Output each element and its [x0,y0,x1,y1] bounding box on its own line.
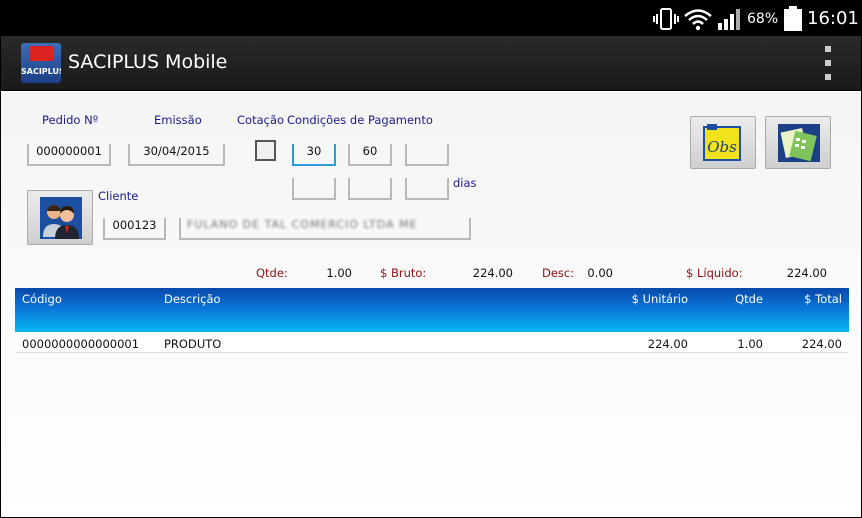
header-unitario: $ Unitário [631,292,688,306]
condicao-field-5[interactable] [348,178,392,200]
bruto-label: $ Bruto: [380,266,427,280]
app-title: SACIPLUS Mobile [68,51,228,73]
cliente-code-field[interactable]: 000123 [103,218,166,240]
status-time: 16:01 [807,8,859,29]
condicao-field-2[interactable]: 60 [348,144,392,166]
liquido-value: 224.00 [786,266,827,280]
cliente-button[interactable] [27,190,93,245]
cotacao-label: Cotação [237,113,285,127]
condicao-field-6[interactable] [405,178,449,200]
cliente-name-text: FULANO DE TAL COMERCIO LTDA ME [187,218,418,231]
bruto-value: 224.00 [472,266,513,280]
calculator-button[interactable] [765,116,831,169]
row-unitario: 224.00 [647,337,688,351]
emissao-label: Emissão [154,113,202,127]
pedido-field[interactable]: 000000001 [27,144,111,166]
condicao-field-4[interactable] [292,178,336,200]
app-window: 68% 16:01 SACIPLUS SACIPLUS Mobile Pedid… [0,0,862,518]
cotacao-checkbox[interactable] [255,140,276,161]
dias-label: dias [453,176,477,190]
app-logo-text: SACIPLUS [21,67,61,76]
desc-label: Desc: [542,266,575,280]
app-logo: SACIPLUS [21,43,61,83]
cliente-label: Cliente [98,189,139,203]
client-users-icon [40,197,82,239]
header-qtde: Qtde [735,292,763,306]
obs-notes-icon: Obs [703,124,743,162]
row-total: 224.00 [801,337,842,351]
condicoes-label: Condições de Pagamento [287,113,433,127]
header-total: $ Total [804,292,842,306]
vibrate-icon [653,1,679,36]
condicao-field-3[interactable] [405,144,449,166]
cliente-name-field[interactable]: FULANO DE TAL COMERCIO LTDA ME [179,218,471,240]
order-form: Pedido Nº Emissão Cotação Condições de P… [1,92,861,517]
table-row[interactable]: 0000000000000001 PRODUTO 224.00 1.00 224… [15,333,849,353]
row-qtde: 1.00 [737,337,763,351]
qtde-total-value: 1.00 [326,266,352,280]
status-bar: 68% 16:01 [1,1,861,36]
liquido-label: $ Líquido: [686,266,743,280]
battery-icon [783,1,803,36]
emissao-field[interactable]: 30/04/2015 [128,144,225,166]
condicao-field-1[interactable]: 30 [292,144,336,166]
action-bar: SACIPLUS SACIPLUS Mobile [1,36,861,91]
wifi-icon [683,1,713,36]
obs-text: Obs [707,138,737,156]
items-table-header: Código Descrição $ Unitário Qtde $ Total [15,288,849,332]
row-descricao: PRODUTO [164,337,222,351]
pedido-label: Pedido Nº [42,113,99,127]
obs-button[interactable]: Obs [690,116,756,169]
qtde-total-label: Qtde: [256,266,288,280]
signal-icon [717,1,743,36]
header-descricao: Descrição [164,292,221,306]
overflow-menu-icon[interactable] [823,46,833,80]
desc-value: 0.00 [587,266,613,280]
calculator-icon [778,124,820,162]
battery-percent: 68% [747,10,779,27]
header-codigo: Código [22,292,62,306]
row-codigo: 0000000000000001 [22,337,140,351]
